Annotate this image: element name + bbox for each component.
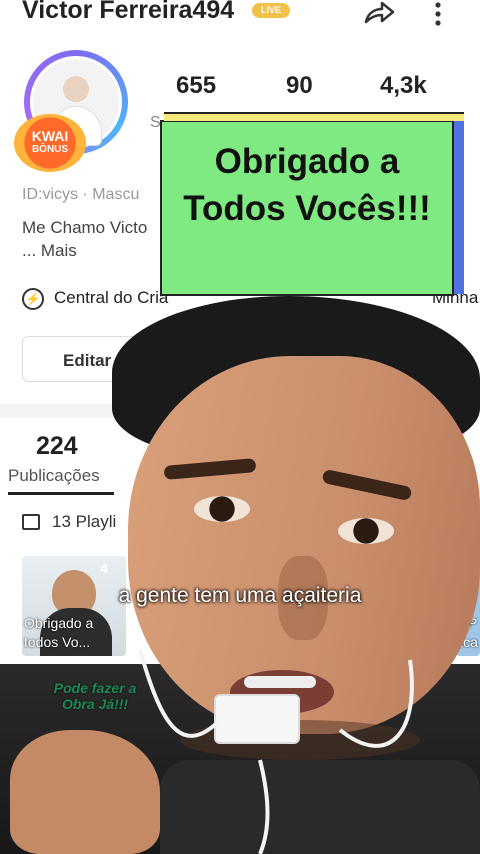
stat-second[interactable]: 90 [286,72,313,100]
banner-top [164,112,464,121]
kwai-label: KWAI [31,128,69,144]
thumbnail-count: 4 [100,560,108,576]
bio-more-link[interactable]: ... Mais [22,241,77,261]
playlists-label: 13 Playli [52,512,117,531]
video-subtitle: a gente tem uma açaiteria [118,584,362,607]
thumbnail-caption: Obrigado a todos Vo... [24,615,94,650]
tab-indicator [8,492,114,495]
playlist-icon [22,514,40,530]
posts-count: 224 [36,432,78,460]
thank-you-banner: Obrigado a Todos Vocês!!! [160,120,454,296]
share-icon[interactable] [362,0,396,26]
lightning-icon: ⚡ [22,288,44,310]
banner-text: Obrigado a Todos Vocês!!! [183,142,431,228]
person-left-eye [194,496,250,522]
tab-publicacoes[interactable]: Publicações [8,466,100,486]
central-label: Central do Cria [54,288,169,307]
person-right-eye [338,518,394,544]
bio-text: Me Chamo Victo [22,218,148,237]
more-vertical-icon[interactable] [430,0,446,28]
stat-third[interactable]: 4,3k [380,72,427,100]
profile-header: Victor Ferreira494 LIVE [0,0,480,32]
profile-username: Victor Ferreira494 [22,0,235,24]
stat-first[interactable]: 655 [176,72,216,100]
user-id: ID:vicys · Mascu [22,186,140,203]
live-badge: LIVE [252,3,290,18]
bonus-label: BÔNUS [31,144,69,155]
earphone-wires [138,649,414,854]
kwai-bonus-text: KWAI BÔNUS [22,128,78,156]
